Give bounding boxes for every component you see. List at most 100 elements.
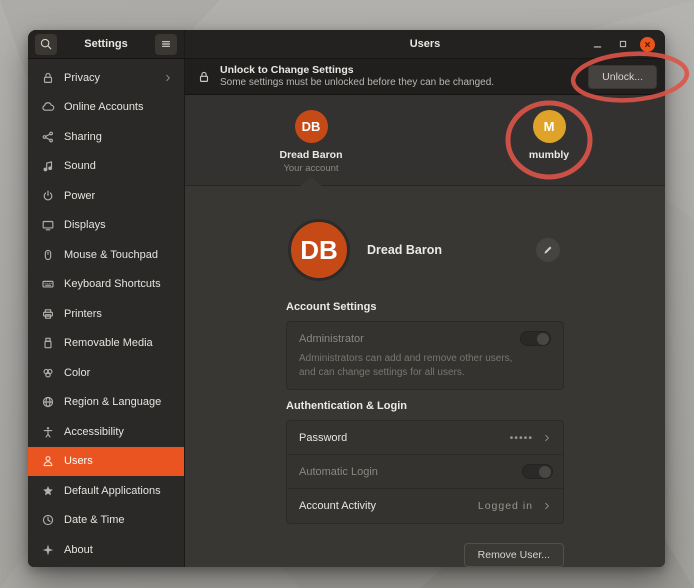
sidebar-item-accessibility[interactable]: Accessibility	[28, 417, 184, 447]
sidebar-item-color[interactable]: Color	[28, 358, 184, 388]
administrator-toggle[interactable]	[520, 331, 551, 346]
auth-login-header: Authentication & Login	[286, 400, 564, 412]
sidebar-item-date-time[interactable]: Date & Time	[28, 506, 184, 536]
page-title: Users	[410, 38, 441, 50]
unlock-banner-title: Unlock to Change Settings	[220, 64, 588, 77]
sidebar-item-privacy[interactable]: Privacy	[28, 63, 184, 93]
row-automatic-login[interactable]: Automatic Login	[287, 455, 563, 489]
sidebar-item-sharing[interactable]: Sharing	[28, 122, 184, 152]
user-name: mumbly	[529, 149, 569, 161]
sidebar-item-users[interactable]: Users	[28, 447, 184, 477]
sidebar-item-label: Users	[64, 455, 174, 467]
user-details: DB Dread Baron Account Settings Administ…	[185, 186, 665, 567]
titlebar: Settings Users	[28, 30, 665, 59]
displays-icon	[40, 218, 55, 233]
window-controls	[590, 37, 655, 52]
accessibility-icon	[40, 424, 55, 439]
sidebar-item-label: Default Applications	[64, 485, 174, 497]
sound-icon	[40, 159, 55, 174]
printers-icon	[40, 306, 55, 321]
chevron-right-icon	[162, 72, 174, 84]
sidebar-item-power[interactable]: Power	[28, 181, 184, 211]
sidebar-item-removable-media[interactable]: Removable Media	[28, 329, 184, 359]
row-label: Password	[299, 432, 510, 444]
maximize-icon	[617, 38, 629, 50]
administrator-label: Administrator	[299, 333, 520, 345]
sidebar-item-label: Color	[64, 367, 174, 379]
settings-window: Settings Users Privacy Online Accounts Sha…	[28, 30, 665, 567]
desktop-background: Settings Users Privacy Online Accounts Sha…	[0, 0, 694, 588]
pencil-icon	[542, 244, 554, 256]
privacy-icon	[40, 70, 55, 85]
mouse-icon	[40, 247, 55, 262]
automatic-login-toggle[interactable]	[522, 464, 553, 479]
close-button[interactable]	[640, 37, 655, 52]
row-value: •••••	[510, 432, 533, 444]
power-icon	[40, 188, 55, 203]
sidebar-item-mouse-touchpad[interactable]: Mouse & Touchpad	[28, 240, 184, 270]
color-icon	[40, 365, 55, 380]
account-settings-card: Administrator Administrators can add and…	[286, 321, 564, 390]
sidebar-item-keyboard-shortcuts[interactable]: Keyboard Shortcuts	[28, 270, 184, 300]
sidebar-item-label: Printers	[64, 308, 174, 320]
administrator-description: Administrators can add and remove other …	[299, 352, 531, 379]
unlock-banner-subtitle: Some settings must be unlocked before th…	[220, 77, 588, 90]
row-label: Account Activity	[299, 500, 478, 512]
user-tab-dread-baron[interactable]: DBDread BaronYour account	[251, 110, 371, 174]
sidebar-item-label: Keyboard Shortcuts	[64, 278, 174, 290]
user-full-name: Dread Baron	[367, 243, 536, 257]
users-panel: Unlock to Change Settings Some settings …	[185, 59, 665, 567]
sidebar-item-label: Sound	[64, 160, 174, 172]
datetime-icon	[40, 513, 55, 528]
sidebar-item-label: Region & Language	[64, 396, 174, 408]
row-password[interactable]: Password•••••	[287, 421, 563, 455]
sidebar-item-label: Date & Time	[64, 514, 174, 526]
toggle-knob	[539, 466, 552, 479]
sidebar-item-region-language[interactable]: Region & Language	[28, 388, 184, 418]
removable-media-icon	[40, 336, 55, 351]
minimize-button[interactable]	[590, 37, 605, 52]
sidebar-item-online-accounts[interactable]: Online Accounts	[28, 93, 184, 123]
menu-button[interactable]	[155, 34, 177, 55]
sidebar-item-label: Accessibility	[64, 426, 174, 438]
row-label: Automatic Login	[299, 466, 522, 478]
user-tab-mumbly[interactable]: Mmumbly	[489, 110, 609, 161]
default-apps-icon	[40, 483, 55, 498]
sidebar-item-label: Displays	[64, 219, 174, 231]
main-titlebar: Users	[185, 30, 665, 58]
sidebar-item-default-applications[interactable]: Default Applications	[28, 476, 184, 506]
maximize-button[interactable]	[615, 37, 630, 52]
unlock-banner: Unlock to Change Settings Some settings …	[185, 59, 665, 95]
sidebar-item-displays[interactable]: Displays	[28, 211, 184, 241]
sidebar-item-about[interactable]: About	[28, 535, 184, 565]
auth-login-card: Password••••• Automatic Login Account Acti…	[286, 420, 564, 524]
sidebar-item-label: Removable Media	[64, 337, 174, 349]
sidebar-header: Settings	[28, 30, 185, 58]
about-icon	[40, 542, 55, 557]
user-avatar: DB	[295, 110, 328, 143]
sharing-icon	[40, 129, 55, 144]
edit-name-button[interactable]	[536, 238, 560, 262]
region-icon	[40, 395, 55, 410]
sidebar-item-label: Privacy	[64, 72, 162, 84]
keyboard-icon	[40, 277, 55, 292]
minimize-icon	[591, 38, 604, 51]
chevron-right-icon	[541, 432, 553, 444]
remove-user-button[interactable]: Remove User...	[464, 543, 564, 567]
sidebar-item-label: Sharing	[64, 131, 174, 143]
close-icon	[642, 39, 653, 50]
unlock-button[interactable]: Unlock...	[588, 65, 657, 89]
online-accounts-icon	[40, 100, 55, 115]
user-carousel: DBDread BaronYour account Mmumbly	[185, 95, 665, 186]
search-icon	[39, 37, 53, 51]
sidebar-item-printers[interactable]: Printers	[28, 299, 184, 329]
account-settings-header: Account Settings	[286, 301, 564, 313]
sidebar-item-label: Power	[64, 190, 174, 202]
hamburger-menu-icon	[159, 37, 173, 51]
lock-icon	[197, 70, 211, 84]
chevron-right-icon	[541, 500, 553, 512]
search-button[interactable]	[35, 34, 57, 55]
sidebar-item-sound[interactable]: Sound	[28, 152, 184, 182]
selected-user-notch	[300, 177, 322, 186]
row-account-activity[interactable]: Account ActivityLogged in	[287, 489, 563, 523]
